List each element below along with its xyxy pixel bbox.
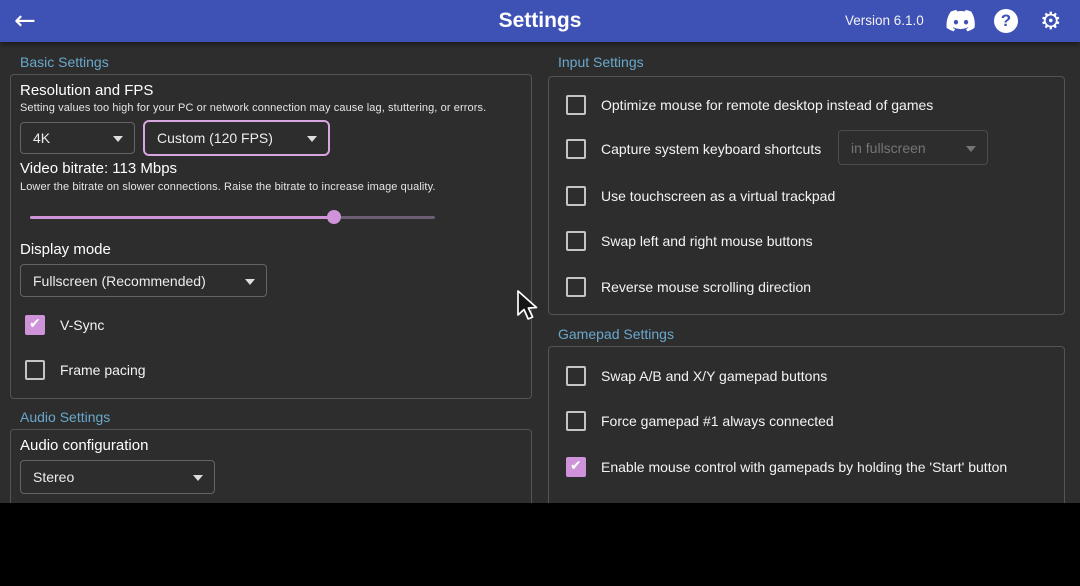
swap-mouse-buttons-label: Swap left and right mouse buttons bbox=[601, 233, 813, 249]
chevron-down-icon bbox=[113, 136, 123, 142]
discord-icon[interactable] bbox=[946, 9, 976, 33]
audio-configuration-label: Audio configuration bbox=[20, 437, 148, 454]
reverse-scrolling-label: Reverse mouse scrolling direction bbox=[601, 279, 811, 295]
version-label: Version 6.1.0 bbox=[845, 13, 924, 28]
checkbox-row-force-gamepad[interactable]: Force gamepad #1 always connected bbox=[566, 411, 834, 431]
bitrate-label: Video bitrate: 113 Mbps bbox=[20, 160, 177, 177]
resolution-fps-description: Setting values too high for your PC or n… bbox=[20, 102, 486, 114]
chevron-down-icon bbox=[966, 146, 976, 152]
touchscreen-trackpad-label: Use touchscreen as a virtual trackpad bbox=[601, 188, 835, 204]
force-gamepad-checkbox[interactable] bbox=[566, 411, 586, 431]
slider-fill bbox=[30, 216, 334, 219]
header-bar: ← Settings Version 6.1.0 ? ⚙ bbox=[0, 0, 1080, 42]
chevron-down-icon bbox=[193, 475, 203, 481]
capture-shortcuts-mode-value: in fullscreen bbox=[851, 140, 926, 156]
fps-dropdown[interactable]: Custom (120 FPS) bbox=[143, 120, 330, 156]
resolution-dropdown[interactable]: 4K bbox=[20, 122, 135, 154]
capture-shortcuts-mode-dropdown: in fullscreen bbox=[838, 130, 988, 165]
checkbox-row-swap-mouse-buttons[interactable]: Swap left and right mouse buttons bbox=[566, 231, 813, 251]
checkbox-row-gamepad-mouse-control[interactable]: Enable mouse control with gamepads by ho… bbox=[566, 457, 1007, 477]
checkbox-row-reverse-scrolling[interactable]: Reverse mouse scrolling direction bbox=[566, 277, 811, 297]
slider-thumb[interactable] bbox=[327, 210, 341, 224]
chevron-down-icon bbox=[245, 279, 255, 285]
display-mode-dropdown[interactable]: Fullscreen (Recommended) bbox=[20, 264, 267, 297]
chevron-down-icon bbox=[307, 136, 317, 142]
frame-pacing-label: Frame pacing bbox=[60, 362, 146, 378]
resolution-fps-title: Resolution and FPS bbox=[20, 82, 153, 99]
checkbox-row-swap-gamepad-buttons[interactable]: Swap A/B and X/Y gamepad buttons bbox=[566, 366, 827, 386]
gamepad-mouse-control-label: Enable mouse control with gamepads by ho… bbox=[601, 459, 1007, 475]
section-heading-input-settings: Input Settings bbox=[558, 54, 644, 70]
bottom-letterbox bbox=[0, 503, 1080, 586]
checkbox-row-frame-pacing[interactable]: Frame pacing bbox=[25, 360, 146, 380]
audio-configuration-dropdown-value: Stereo bbox=[33, 469, 74, 485]
vsync-checkbox[interactable] bbox=[25, 315, 45, 335]
touchscreen-trackpad-checkbox[interactable] bbox=[566, 186, 586, 206]
display-mode-label: Display mode bbox=[20, 241, 111, 258]
section-heading-audio-settings: Audio Settings bbox=[20, 409, 110, 425]
section-heading-basic-settings: Basic Settings bbox=[20, 54, 109, 70]
bitrate-description: Lower the bitrate on slower connections.… bbox=[20, 181, 436, 193]
gamepad-mouse-control-checkbox[interactable] bbox=[566, 457, 586, 477]
checkbox-row-vsync[interactable]: V-Sync bbox=[25, 315, 104, 335]
fps-dropdown-value: Custom (120 FPS) bbox=[157, 130, 273, 146]
frame-pacing-checkbox[interactable] bbox=[25, 360, 45, 380]
optimize-mouse-label: Optimize mouse for remote desktop instea… bbox=[601, 97, 933, 113]
optimize-mouse-checkbox[interactable] bbox=[566, 95, 586, 115]
help-icon[interactable]: ? bbox=[994, 9, 1018, 33]
checkbox-row-capture-shortcuts[interactable]: Capture system keyboard shortcuts bbox=[566, 139, 821, 159]
bitrate-slider[interactable] bbox=[30, 210, 435, 224]
checkbox-row-optimize-mouse[interactable]: Optimize mouse for remote desktop instea… bbox=[566, 95, 933, 115]
swap-gamepad-buttons-label: Swap A/B and X/Y gamepad buttons bbox=[601, 368, 827, 384]
capture-shortcuts-label: Capture system keyboard shortcuts bbox=[601, 141, 821, 157]
display-mode-dropdown-value: Fullscreen (Recommended) bbox=[33, 273, 206, 289]
checkbox-row-touchscreen-trackpad[interactable]: Use touchscreen as a virtual trackpad bbox=[566, 186, 835, 206]
vsync-label: V-Sync bbox=[60, 317, 104, 333]
section-heading-gamepad-settings: Gamepad Settings bbox=[558, 326, 674, 342]
force-gamepad-label: Force gamepad #1 always connected bbox=[601, 413, 834, 429]
swap-mouse-buttons-checkbox[interactable] bbox=[566, 231, 586, 251]
resolution-dropdown-value: 4K bbox=[33, 130, 50, 146]
audio-configuration-dropdown[interactable]: Stereo bbox=[20, 460, 215, 494]
swap-gamepad-buttons-checkbox[interactable] bbox=[566, 366, 586, 386]
capture-shortcuts-checkbox[interactable] bbox=[566, 139, 586, 159]
settings-window: ← Settings Version 6.1.0 ? ⚙ Basic Setti… bbox=[0, 0, 1080, 586]
reverse-scrolling-checkbox[interactable] bbox=[566, 277, 586, 297]
settings-gear-icon[interactable]: ⚙ bbox=[1040, 5, 1062, 37]
mouse-cursor bbox=[515, 290, 541, 327]
